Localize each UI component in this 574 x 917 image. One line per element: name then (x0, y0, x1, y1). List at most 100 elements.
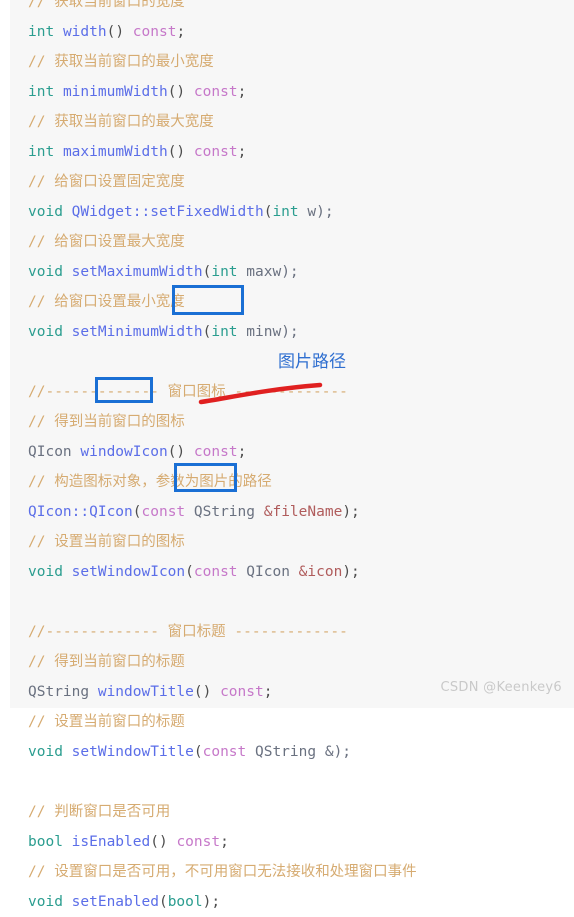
watermark: CSDN @Keenkey6 (440, 680, 562, 695)
code-line (28, 587, 568, 617)
code-token: int (28, 144, 55, 160)
code-token: void (28, 564, 63, 580)
code-token: void (28, 894, 63, 910)
code-token: () (167, 444, 194, 460)
code-line: void setWindowTitle(const QString &); (28, 737, 568, 767)
code-token: ; (237, 444, 247, 460)
code-line: void setEnabled(bool); (28, 887, 568, 917)
code-block: // 获取当前窗口的宽度 int width() const;// 获取当前窗口的… (10, 0, 574, 910)
code-token: minimumWidth (62, 84, 168, 100)
code-line: // 设置窗口是否可用，不可用窗口无法接收和处理窗口事件 (28, 857, 568, 887)
code-line: // 给窗口设置最大宽度 (28, 227, 568, 257)
code-token: QIcon::QIcon (28, 504, 133, 520)
code-line: // 给窗口设置最小宽度 (28, 287, 568, 317)
code-token: const (193, 84, 238, 100)
code-token: // 得到当前窗口的标题 (28, 654, 185, 670)
code-token: QString (28, 684, 90, 700)
code-token: ); (342, 564, 360, 580)
code-line: // 获取当前窗口的最小宽度 (28, 47, 568, 77)
code-token: int (28, 24, 55, 40)
code-token: ; (237, 84, 247, 100)
code-line: void setWindowIcon(const QIcon &icon); (28, 557, 568, 587)
code-line: // 构造图标对象，参数为图片的路径 (28, 467, 568, 497)
code-token: const (193, 564, 238, 580)
annotation-label-image-path: 图片路径 (278, 352, 346, 372)
code-token: const (202, 744, 247, 760)
code-token: bool (167, 894, 203, 910)
code-token: ); (342, 504, 360, 520)
code-token: () (167, 84, 194, 100)
code-token: const (193, 144, 238, 160)
code-token: // 获取当前窗口的最大宽度 (28, 114, 214, 130)
code-token: ; (220, 834, 229, 850)
code-token: bool (28, 834, 63, 850)
code-token: // 设置当前窗口的标题 (28, 714, 185, 730)
code-token: QIcon (28, 444, 72, 460)
code-line: bool isEnabled() const; (28, 827, 568, 857)
code-token: QString &); (246, 744, 352, 760)
code-line: void setMinimumWidth(int minw); (28, 317, 568, 347)
code-token: windowTitle (97, 684, 194, 700)
code-token: &icon (298, 564, 343, 580)
code-line: // 得到当前窗口的标题 (28, 647, 568, 677)
code-token: int (272, 204, 299, 220)
code-line (28, 767, 568, 797)
code-token: // 构造图标对象，参数为图片的路径 (28, 474, 272, 490)
code-token: // 设置窗口是否可用，不可用窗口无法接收和处理窗口事件 (28, 864, 417, 880)
code-line: int minimumWidth() const; (28, 77, 568, 107)
code-token: setWindowIcon (71, 564, 186, 580)
code-token: QIcon (237, 564, 299, 580)
code-token: maxw); (237, 264, 299, 280)
code-lines: // 获取当前窗口的宽度 int width() const;// 获取当前窗口的… (28, 0, 568, 917)
code-line: // 判断窗口是否可用 (28, 797, 568, 827)
code-token: () (106, 24, 133, 40)
code-line: // 获取当前窗口的宽度 (28, 0, 568, 17)
code-token: // 设置当前窗口的图标 (28, 534, 185, 550)
code-token: &fileName (263, 504, 343, 520)
code-token: int (211, 324, 238, 340)
code-token: //------------- 窗口图标 ------------- (28, 384, 348, 400)
code-line: void QWidget::setFixedWidth(int w); (28, 197, 568, 227)
code-token: w); (298, 204, 334, 220)
code-line: //------------- 窗口标题 ------------- (28, 617, 568, 647)
code-token: ( (185, 564, 194, 580)
code-token: () (193, 684, 221, 700)
code-token: const (193, 444, 238, 460)
code-token: setWindowTitle (71, 744, 194, 760)
code-line: // 给窗口设置固定宽度 (28, 167, 568, 197)
code-token: // 获取当前窗口的最小宽度 (28, 54, 214, 70)
code-token: // 判断窗口是否可用 (28, 804, 171, 820)
code-token: setEnabled (71, 894, 159, 910)
code-token: ; (176, 24, 186, 40)
code-token: void (28, 204, 63, 220)
code-token: QString (185, 504, 264, 520)
code-token: ; (263, 684, 273, 700)
code-line: // 设置当前窗口的图标 (28, 527, 568, 557)
code-token: // 给窗口设置最小宽度 (28, 294, 185, 310)
code-token: const (132, 24, 177, 40)
code-token: minw); (237, 324, 299, 340)
code-token: ( (132, 504, 142, 520)
code-line: void setMaximumWidth(int maxw); (28, 257, 568, 287)
code-token: QWidget::setFixedWidth (71, 204, 264, 220)
code-token: ; (237, 144, 247, 160)
code-line: // 获取当前窗口的最大宽度 (28, 107, 568, 137)
code-token: ( (158, 894, 168, 910)
code-line: // 设置当前窗口的标题 (28, 707, 568, 737)
code-token: //------------- 窗口标题 ------------- (28, 624, 348, 640)
code-token: isEnabled (71, 834, 151, 850)
code-line: // 得到当前窗口的图标 (28, 407, 568, 437)
code-token: windowIcon (80, 444, 168, 460)
code-token: ( (193, 744, 203, 760)
code-token: // 给窗口设置最大宽度 (28, 234, 185, 250)
